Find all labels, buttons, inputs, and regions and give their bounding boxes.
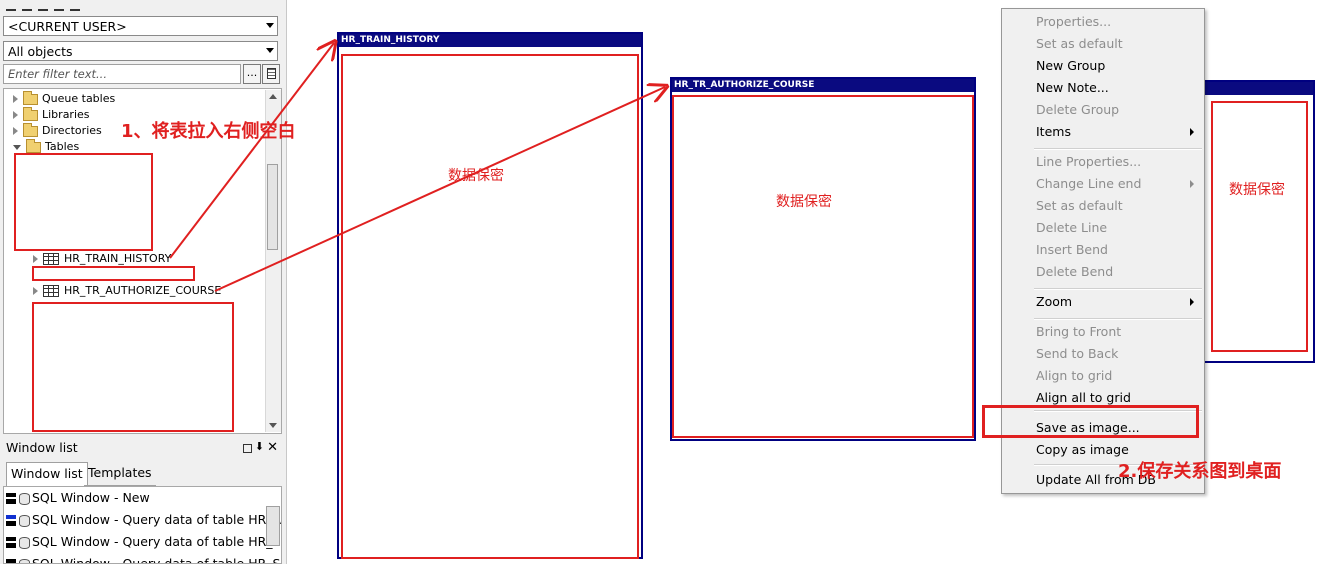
document-icon (266, 68, 276, 79)
filter-options-button[interactable]: ... (243, 64, 261, 84)
toolbar-icon[interactable] (38, 3, 48, 11)
window-state-icon (6, 537, 16, 548)
tab-templates[interactable]: Templates (84, 462, 156, 486)
tree-item-hr-tr-authorize-course[interactable]: HR_TR_AUTHORIZE_COURSE (33, 283, 221, 299)
toolbar-icon[interactable] (54, 3, 64, 11)
secret-label: 数据保密 (1229, 182, 1285, 198)
menu-item-delete-group[interactable]: Delete Group (1036, 100, 1119, 120)
folder-open-icon (26, 138, 41, 153)
chevron-down-icon (266, 48, 274, 53)
menu-separator (1034, 318, 1202, 320)
menu-item-delete-bend[interactable]: Delete Bend (1036, 262, 1113, 282)
tab-window-list[interactable]: Window list (6, 462, 88, 486)
menu-separator (1034, 148, 1202, 150)
pin-icon[interactable]: ⬇ (255, 441, 264, 453)
window-state-icon (6, 515, 16, 526)
table-title-bar[interactable] (1192, 82, 1313, 95)
menu-item-zoom[interactable]: Zoom (1036, 292, 1072, 312)
menu-item-new-note[interactable]: New Note... (1036, 78, 1109, 98)
database-icon (19, 536, 30, 549)
window-state-icon (6, 493, 16, 504)
filter-document-button[interactable] (262, 64, 280, 84)
expand-icon[interactable] (33, 255, 38, 263)
scroll-down-icon[interactable] (269, 423, 277, 428)
table-icon (43, 285, 59, 297)
menu-item-set-as-default[interactable]: Set as default (1036, 34, 1123, 54)
redaction-box (1211, 101, 1308, 352)
menu-item-line-set-as-default[interactable]: Set as default (1036, 196, 1123, 216)
user-combo[interactable]: <CURRENT USER> (3, 16, 278, 36)
menu-item-send-to-back[interactable]: Send to Back (1036, 344, 1118, 364)
folder-icon (23, 90, 38, 105)
window-state-icon (6, 559, 16, 563)
menu-item-items[interactable]: Items (1036, 122, 1071, 142)
chevron-down-icon (266, 23, 274, 28)
submenu-arrow-icon (1190, 298, 1194, 306)
submenu-arrow-icon (1190, 180, 1194, 188)
database-icon (19, 514, 30, 527)
scroll-up-icon[interactable] (269, 94, 277, 99)
close-icon[interactable]: ✕ (267, 438, 278, 458)
menu-item-properties[interactable]: Properties... (1036, 12, 1111, 32)
redaction-box (341, 54, 639, 559)
tree-scroll-thumb[interactable] (267, 164, 278, 250)
window-list-header: Window list ⬇ ✕ (3, 438, 282, 458)
menu-item-delete-line[interactable]: Delete Line (1036, 218, 1107, 238)
redaction-box (32, 302, 234, 432)
annotation-step-2: 2.保存关系图到桌面 (1118, 461, 1282, 482)
filter-input[interactable] (3, 64, 241, 84)
folder-icon (23, 106, 38, 121)
secret-label: 数据保密 (776, 194, 832, 210)
table-title-bar[interactable]: HR_TRAIN_HISTORY (339, 34, 641, 47)
collapse-icon[interactable] (13, 144, 21, 150)
tree-item-directories[interactable]: Directories (13, 122, 102, 139)
list-item[interactable]: SQL Window - Query data of table HR_S (4, 531, 281, 553)
annotation-step-1: 1、将表拉入右侧空白 (121, 121, 296, 142)
database-icon (19, 492, 30, 505)
list-item[interactable]: SQL Window - Query data of table HR_A (4, 509, 281, 531)
objects-combo[interactable]: All objects (3, 41, 278, 61)
toolbar-strip (6, 0, 116, 11)
menu-item-insert-bend[interactable]: Insert Bend (1036, 240, 1108, 260)
list-item[interactable]: SQL Window - Query data of table HR_S (4, 553, 281, 563)
user-combo-value: <CURRENT USER> (8, 19, 127, 34)
folder-icon (23, 122, 38, 137)
menu-item-change-line-end[interactable]: Change Line end (1036, 174, 1141, 194)
object-browser-panel: <CURRENT USER> All objects ... Queue tab… (0, 0, 287, 564)
menu-item-align-to-grid[interactable]: Align to grid (1036, 366, 1112, 386)
list-item[interactable]: SQL Window - New (4, 487, 281, 509)
database-icon (19, 558, 30, 563)
menu-item-new-group[interactable]: New Group (1036, 56, 1105, 76)
table-icon (43, 253, 59, 265)
highlight-box (982, 405, 1199, 438)
redaction-box (672, 95, 974, 438)
submenu-arrow-icon (1190, 128, 1194, 136)
redaction-box (32, 266, 195, 281)
objects-combo-value: All objects (8, 44, 73, 59)
expand-icon[interactable] (13, 111, 18, 119)
expand-icon[interactable] (13, 95, 18, 103)
restore-icon[interactable] (243, 444, 252, 453)
redaction-box (14, 153, 153, 251)
window-list-scroll-thumb[interactable] (266, 506, 280, 546)
menu-item-bring-to-front[interactable]: Bring to Front (1036, 322, 1121, 342)
expand-icon[interactable] (13, 127, 18, 135)
menu-separator (1034, 288, 1202, 290)
toolbar-icon[interactable] (6, 3, 16, 11)
tree-item-queue-tables[interactable]: Queue tables (13, 90, 115, 107)
secret-label: 数据保密 (448, 168, 504, 184)
menu-item-copy-as-image[interactable]: Copy as image (1036, 440, 1129, 460)
toolbar-icon[interactable] (70, 3, 80, 11)
tree-item-libraries[interactable]: Libraries (13, 106, 90, 123)
toolbar-icon[interactable] (22, 3, 32, 11)
window-list-title: Window list (6, 440, 78, 455)
table-title-bar[interactable]: HR_TR_AUTHORIZE_COURSE (672, 79, 974, 92)
tree-item-hr-train-history[interactable]: HR_TRAIN_HISTORY (33, 251, 171, 267)
window-list[interactable]: SQL Window - New SQL Window - Query data… (3, 486, 282, 564)
menu-item-line-properties[interactable]: Line Properties... (1036, 152, 1141, 172)
expand-icon[interactable] (33, 287, 38, 295)
